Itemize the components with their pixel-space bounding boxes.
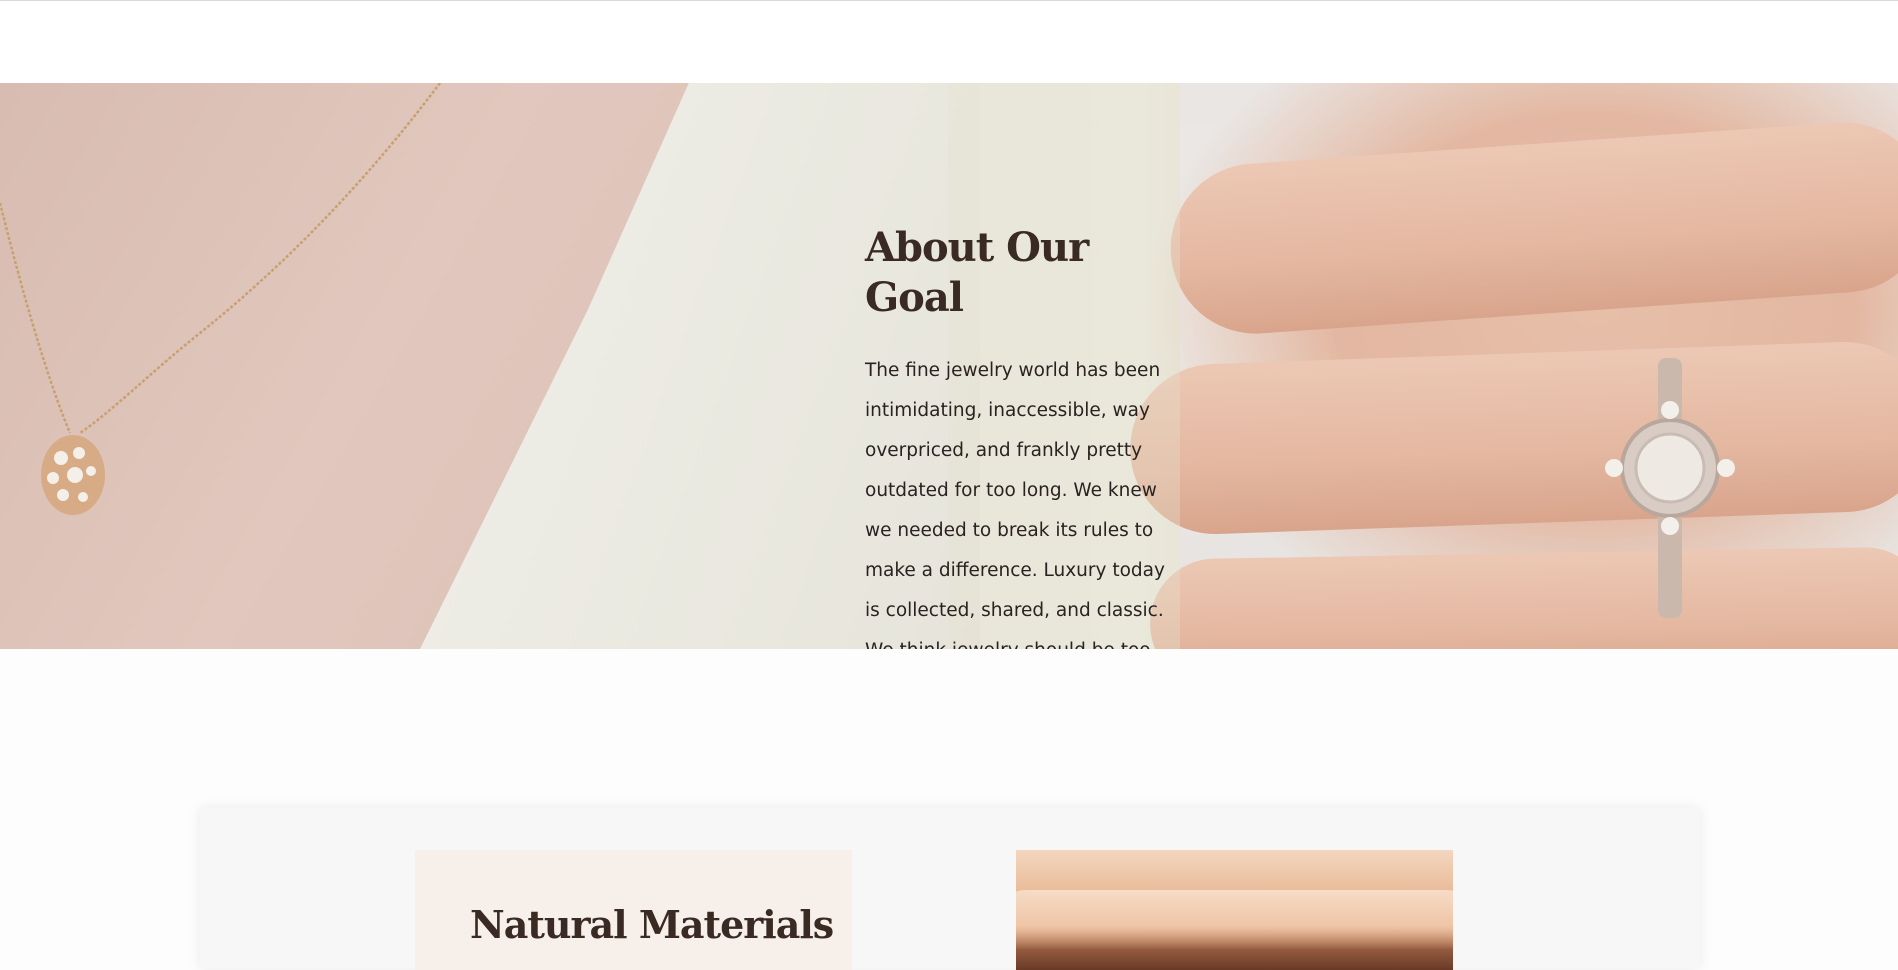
natural-materials-tile: Natural Materials	[415, 850, 852, 970]
about-title: About Our Goal	[865, 224, 1089, 321]
hero-image-finger	[1148, 546, 1898, 649]
about-text-block: About Our Goal The fine jewelry world ha…	[865, 223, 1185, 649]
hero-image-finger	[1127, 339, 1898, 537]
about-body: The fine jewelry world has been intimida…	[865, 360, 1165, 649]
natural-materials-title: Natural Materials	[470, 902, 834, 947]
feature-photo-hand	[1016, 890, 1453, 950]
feature-photo	[1016, 850, 1453, 970]
about-hero-section: About Our Goal The fine jewelry world ha…	[0, 83, 1898, 649]
pendant-image	[41, 435, 105, 515]
header-spacer	[0, 1, 1898, 83]
ring-image	[1605, 358, 1735, 618]
